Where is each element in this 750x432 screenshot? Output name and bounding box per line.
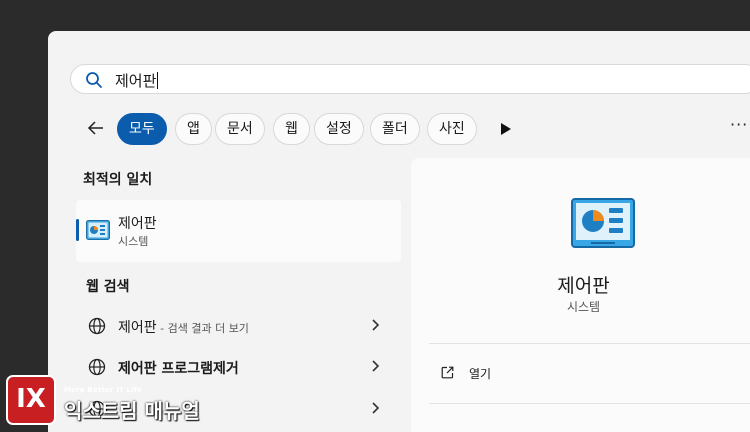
logo-name: 익스트림 매뉴얼 bbox=[64, 399, 200, 423]
chevron-right-icon bbox=[372, 402, 380, 414]
detail-pane: 제어판 시스템 열기 bbox=[411, 158, 750, 432]
logo-badge: IX bbox=[6, 375, 56, 425]
filter-chip-folders[interactable]: 폴더 bbox=[370, 113, 420, 145]
search-icon bbox=[86, 72, 102, 88]
best-match-title: 제어판 bbox=[118, 216, 157, 232]
control-panel-icon bbox=[86, 220, 110, 240]
best-match-subtitle: 시스템 bbox=[118, 235, 149, 248]
open-action-label[interactable]: 열기 bbox=[469, 365, 491, 382]
best-match-item[interactable]: 제어판 시스템 bbox=[76, 200, 401, 262]
globe-icon bbox=[88, 317, 106, 335]
play-icon[interactable] bbox=[500, 122, 512, 136]
divider bbox=[429, 403, 750, 404]
detail-title: 제어판 bbox=[557, 275, 610, 297]
control-panel-icon bbox=[571, 198, 635, 248]
back-arrow-icon[interactable] bbox=[86, 118, 106, 138]
chevron-right-icon bbox=[372, 319, 380, 331]
filter-chip-documents[interactable]: 문서 bbox=[215, 113, 265, 145]
web-search-item[interactable]: 제어판 - 검색 결과 더 보기 bbox=[76, 306, 401, 346]
logo-tagline: More Better IT Life bbox=[64, 386, 143, 394]
filter-chip-settings[interactable]: 설정 bbox=[314, 113, 364, 145]
filter-chip-web[interactable]: 웹 bbox=[273, 113, 310, 145]
filter-chip-apps[interactable]: 앱 bbox=[175, 113, 212, 145]
more-icon[interactable]: ··· bbox=[730, 115, 748, 134]
selection-indicator bbox=[76, 219, 79, 241]
search-box[interactable]: 제어판 bbox=[70, 64, 750, 94]
best-match-heading: 최적의 일치 bbox=[83, 172, 153, 188]
filter-chip-all[interactable]: 모두 bbox=[117, 113, 167, 145]
web-search-heading: 웹 검색 bbox=[86, 279, 130, 295]
filter-bar: 모두 앱 문서 웹 설정 폴더 사진 ··· bbox=[48, 113, 750, 145]
globe-icon bbox=[88, 358, 106, 376]
search-input[interactable]: 제어판 bbox=[115, 70, 159, 91]
web-search-label: 제어판 - 검색 결과 더 보기 bbox=[118, 320, 249, 336]
start-search-panel: 제어판 모두 앱 문서 웹 설정 폴더 사진 ··· 최적의 일치 제어판 시스… bbox=[48, 31, 750, 432]
divider bbox=[429, 343, 750, 344]
detail-subtitle: 시스템 bbox=[566, 300, 601, 314]
filter-chip-photos[interactable]: 사진 bbox=[427, 113, 477, 145]
watermark-logo: IX More Better IT Life 익스트림 매뉴얼 bbox=[6, 375, 206, 425]
open-external-icon bbox=[441, 366, 454, 379]
chevron-right-icon bbox=[372, 360, 380, 372]
